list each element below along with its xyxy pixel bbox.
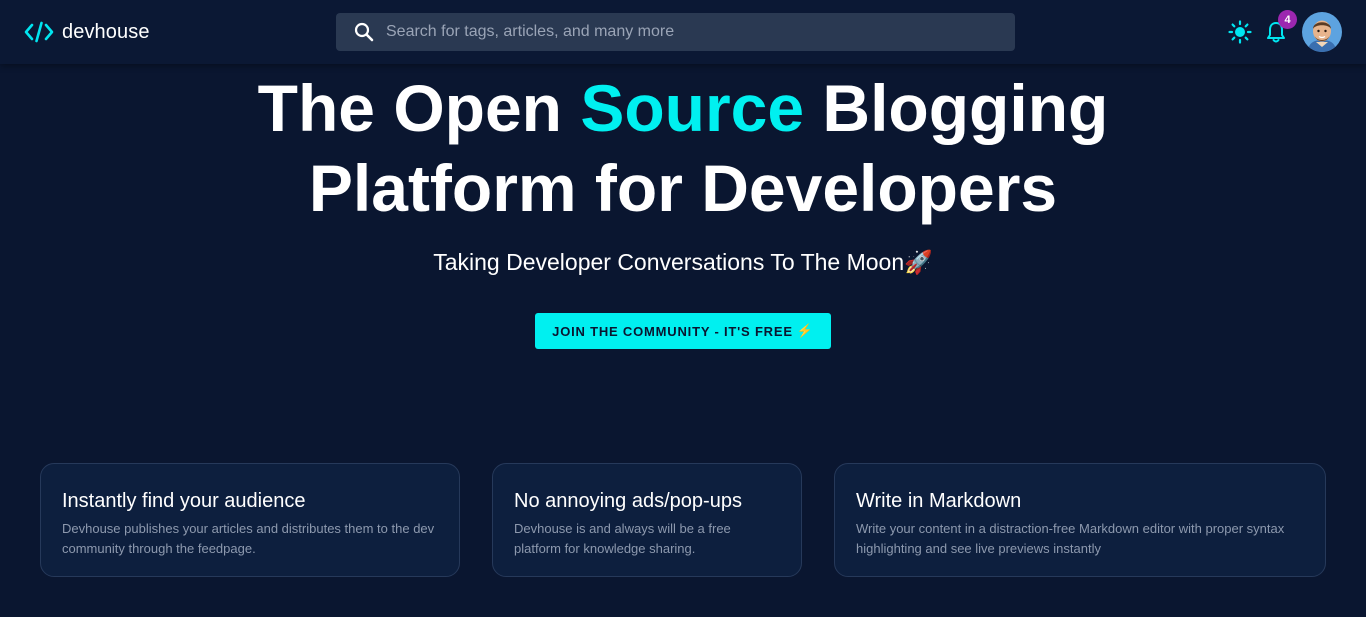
brand-logo-link[interactable]: devhouse (24, 18, 150, 46)
hero-tagline: Taking Developer Conversations To The Mo… (0, 249, 1366, 276)
bell-icon (1266, 22, 1286, 48)
feature-card-title: Write in Markdown (856, 490, 1022, 512)
feature-card-markdown: Write in Markdown Write your content in … (834, 463, 1326, 577)
join-community-label: JOIN THE COMMUNITY - IT'S FREE (552, 323, 793, 339)
feature-card-description: Write your content in a distraction-free… (856, 521, 1285, 556)
brand-name: devhouse (62, 20, 150, 43)
feature-card-description: Devhouse is and always will be a free pl… (514, 521, 731, 556)
avatar[interactable] (1302, 12, 1342, 52)
hero-title-part1: The Open (257, 71, 581, 145)
hero-title: The Open Source Blogging Platform for De… (0, 68, 1366, 228)
rocket-icon: 🚀 (904, 249, 933, 275)
lightning-icon: ⚡ (796, 323, 814, 338)
notification-count-badge: 4 (1278, 10, 1297, 29)
tagline-text: Taking Developer Conversations To The Mo… (433, 249, 905, 275)
feature-card-audience: Instantly find your audience Devhouse pu… (40, 463, 460, 577)
theme-toggle-button[interactable] (1228, 20, 1252, 44)
search-bar[interactable] (336, 13, 1015, 51)
sun-icon (1228, 20, 1252, 48)
feature-card-description: Devhouse publishes your articles and dis… (62, 521, 435, 556)
hero-title-part2: Blogging (804, 71, 1109, 145)
hero-title-line2: Platform for Developers (308, 151, 1058, 225)
feature-card-title: Instantly find your audience (62, 490, 306, 512)
code-icon (24, 20, 54, 44)
navbar: devhouse Search for tags, articles, and … (0, 0, 1366, 64)
search-icon (354, 22, 374, 42)
search-input[interactable] (386, 13, 1015, 51)
feature-card-title: No annoying ads/pop-ups (514, 490, 742, 512)
hero-title-accent: Source (580, 71, 805, 145)
join-community-button[interactable]: JOIN THE COMMUNITY - IT'S FREE ⚡ (535, 313, 831, 349)
feature-card-no-ads: No annoying ads/pop-ups Devhouse is and … (492, 463, 802, 577)
